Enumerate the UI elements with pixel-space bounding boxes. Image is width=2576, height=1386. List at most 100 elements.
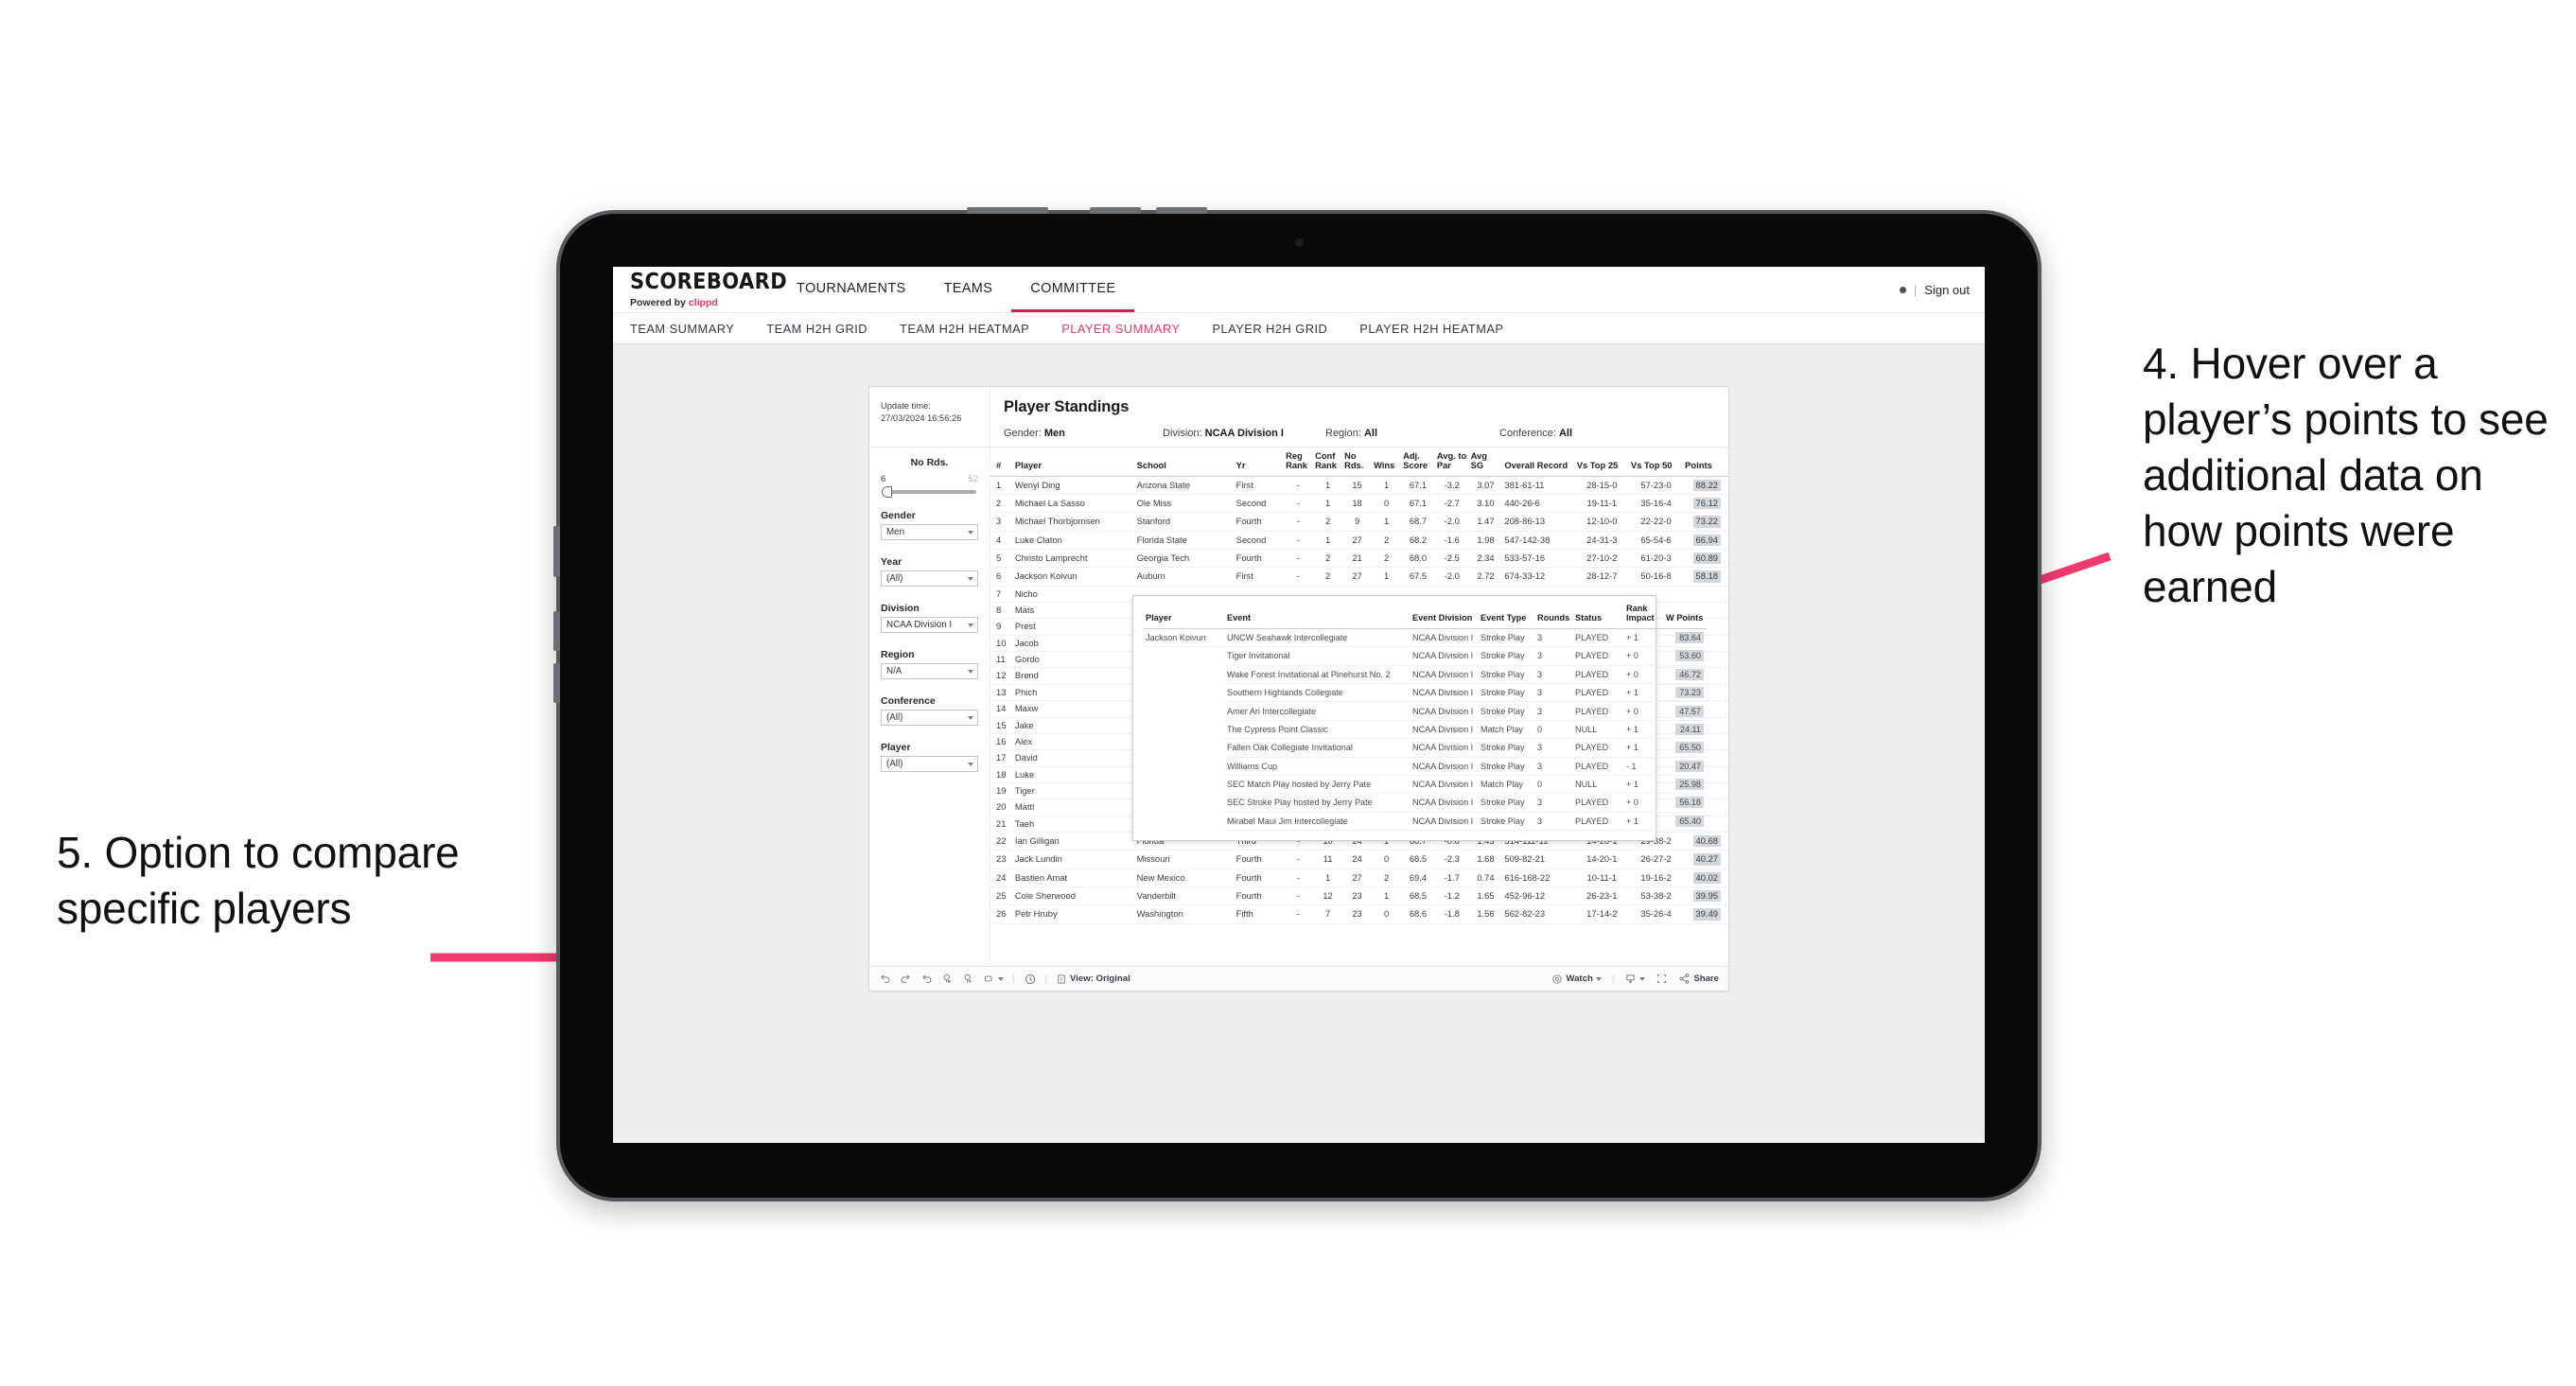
tab-player-h2h-heatmap[interactable]: PLAYER H2H HEATMAP bbox=[1359, 322, 1503, 336]
revert-icon[interactable] bbox=[920, 973, 933, 985]
nav-item-committee[interactable]: COMMITTEE bbox=[1011, 267, 1135, 312]
col-overall-rec[interactable]: Overall Record bbox=[1502, 447, 1575, 477]
table-row[interactable]: 2 Michael La Sasso Ole Miss Second -1 18 0 67.1… bbox=[990, 494, 1728, 514]
tab-player-h2h-grid[interactable]: PLAYER H2H GRID bbox=[1213, 322, 1328, 336]
points-value[interactable]: 39.49 bbox=[1692, 908, 1721, 921]
table-row[interactable]: 4 Luke Claton Florida State Second -1 27 2 68.2… bbox=[990, 531, 1728, 551]
share-button[interactable]: Share bbox=[1678, 973, 1719, 985]
table-row[interactable]: 25 Cole Sherwood Vanderbilt Fourth -12 23 1 68.… bbox=[990, 886, 1728, 906]
cell-points[interactable]: 88.22 bbox=[1683, 476, 1728, 496]
col-player[interactable]: Player bbox=[1012, 447, 1135, 477]
col-points[interactable]: Points bbox=[1683, 447, 1728, 477]
col-rank[interactable]: # bbox=[990, 447, 1013, 477]
cell-points[interactable]: 58.18 bbox=[1683, 567, 1728, 587]
rounds-slider[interactable] bbox=[882, 486, 976, 498]
slider-handle[interactable] bbox=[882, 486, 892, 498]
page-title: Player Standings bbox=[1004, 398, 1130, 415]
col-no-rds[interactable]: No Rds. bbox=[1342, 447, 1373, 477]
nav-item-teams[interactable]: TEAMS bbox=[925, 267, 1012, 312]
col-vs-top-25[interactable]: Vs Top 25 bbox=[1574, 447, 1629, 477]
col-wins[interactable]: Wins bbox=[1372, 447, 1402, 477]
table-row[interactable]: 1 Wenyi Ding Arizona State First -1 15 1 67.1 -3… bbox=[990, 476, 1728, 496]
cell-reg-rank: - bbox=[1284, 531, 1314, 551]
col-reg-rank[interactable]: Reg Rank bbox=[1284, 447, 1314, 477]
filter-select-region[interactable]: N/A bbox=[881, 663, 978, 679]
side-button-3[interactable] bbox=[553, 663, 560, 703]
points-value[interactable]: 60.89 bbox=[1692, 553, 1721, 565]
points-value[interactable]: 40.68 bbox=[1692, 834, 1721, 848]
table-row[interactable]: 23 Jack Lundin Missouri Fourth -11 24 0 68.5 -2.… bbox=[990, 850, 1728, 869]
points-value[interactable]: 88.22 bbox=[1692, 479, 1721, 492]
col-adj-score[interactable]: Adj. Score bbox=[1401, 447, 1435, 477]
filter-select-gender[interactable]: Men bbox=[881, 524, 978, 540]
col-conf-rank[interactable]: Conf Rank bbox=[1313, 447, 1343, 477]
undo-icon[interactable] bbox=[879, 973, 891, 985]
tab-player-summary[interactable]: PLAYER SUMMARY bbox=[1061, 322, 1180, 336]
cell-points[interactable]: 66.94 bbox=[1683, 531, 1728, 551]
tooltip-row: Wake Forest Invitational at Pinehurst No… bbox=[1143, 665, 1707, 685]
alerts-icon[interactable] bbox=[1024, 973, 1037, 986]
pause-icon[interactable] bbox=[962, 973, 974, 985]
watch-button[interactable]: Watch bbox=[1551, 974, 1602, 985]
tip-cell-type: Stroke Play bbox=[1478, 738, 1534, 758]
col-yr[interactable]: Yr bbox=[1234, 447, 1285, 477]
tip-cell-rounds: 3 bbox=[1534, 628, 1572, 648]
table-row[interactable]: 6 Jackson Koivun Auburn First -2 27 1 67.5 -2.0 2… bbox=[990, 567, 1728, 587]
volume-down-button[interactable] bbox=[1156, 207, 1207, 214]
brand-logo[interactable]: SCOREBOARD Powered by clippd bbox=[613, 267, 787, 312]
view-original-button[interactable]: View: Original bbox=[1056, 974, 1130, 985]
filter-select-player[interactable]: (All) bbox=[881, 756, 978, 772]
cell-points[interactable]: 40.68 bbox=[1683, 832, 1728, 851]
volume-up-button[interactable] bbox=[1090, 207, 1141, 214]
col-school[interactable]: School bbox=[1134, 447, 1235, 477]
custom-views-icon[interactable] bbox=[983, 973, 1004, 985]
col-vs-top-50[interactable]: Vs Top 50 bbox=[1628, 447, 1684, 477]
tip-cell-rounds: 3 bbox=[1534, 793, 1572, 813]
points-value[interactable]: 76.12 bbox=[1692, 498, 1721, 510]
sign-out-link[interactable]: Sign out bbox=[1924, 283, 1970, 297]
col-avg-sg[interactable]: Avg SG bbox=[1468, 447, 1503, 477]
table-row[interactable]: 3 Michael Thorbjornsen Stanford Fourth -2 9 1 6… bbox=[990, 512, 1728, 532]
table-row[interactable]: 24 Bastien Amat New Mexico Fourth -1 27 2 69.4-… bbox=[990, 868, 1728, 887]
points-value[interactable]: 58.18 bbox=[1692, 570, 1721, 583]
cell-points[interactable]: 76.12 bbox=[1683, 494, 1728, 514]
tab-team-summary[interactable]: TEAM SUMMARY bbox=[630, 322, 734, 336]
cell-points[interactable]: 40.27 bbox=[1683, 850, 1728, 869]
points-value[interactable]: 40.27 bbox=[1692, 853, 1721, 866]
filter-value-player: (All) bbox=[886, 759, 903, 769]
cell-points[interactable]: 40.02 bbox=[1683, 868, 1728, 887]
refresh-icon[interactable] bbox=[941, 973, 954, 985]
download-button[interactable] bbox=[1624, 973, 1646, 985]
side-button-1[interactable] bbox=[553, 526, 560, 577]
cell-wins: 1 bbox=[1372, 476, 1402, 496]
side-button-2[interactable] bbox=[553, 611, 560, 651]
cell-player: Mats bbox=[1012, 602, 1135, 620]
cell-points[interactable]: 73.22 bbox=[1683, 512, 1728, 532]
cell-points[interactable] bbox=[1683, 586, 1728, 604]
tab-team-h2h-grid[interactable]: TEAM H2H GRID bbox=[766, 322, 867, 336]
table-row[interactable]: 26 Petr Hruby Washington Fifth -7 23 0 68.6 -1.8… bbox=[990, 904, 1728, 924]
filter-select-year[interactable]: (All) bbox=[881, 570, 978, 587]
filter-panel: No Rds. 6 52 Gender Men Year (All) Divis… bbox=[869, 447, 990, 966]
cell-rank: 12 bbox=[990, 667, 1013, 685]
col-avg-to-par[interactable]: Avg. to Par bbox=[1434, 447, 1469, 477]
filter-select-conference[interactable]: (All) bbox=[881, 710, 978, 726]
tab-team-h2h-heatmap[interactable]: TEAM H2H HEATMAP bbox=[900, 322, 1029, 336]
cell-overall-record: 533-57-16 bbox=[1502, 549, 1575, 569]
power-button[interactable] bbox=[967, 207, 1048, 214]
points-value[interactable]: 73.22 bbox=[1692, 516, 1721, 528]
points-value[interactable]: 40.02 bbox=[1692, 871, 1721, 884]
avatar[interactable] bbox=[1899, 286, 1906, 293]
tip-cell-player bbox=[1143, 739, 1224, 757]
cell-points[interactable]: 39.95 bbox=[1683, 886, 1728, 906]
cell-points[interactable]: 60.89 bbox=[1683, 549, 1728, 569]
cell-points[interactable]: 39.49 bbox=[1683, 904, 1728, 924]
points-value[interactable]: 66.94 bbox=[1692, 534, 1721, 547]
fullscreen-button[interactable] bbox=[1656, 973, 1668, 985]
nav-item-tournaments[interactable]: TOURNAMENTS bbox=[778, 267, 925, 312]
points-value[interactable]: 39.95 bbox=[1692, 889, 1721, 903]
filter-select-division[interactable]: NCAA Division I bbox=[881, 617, 978, 633]
standings-table-wrap[interactable]: # Player School Yr Reg Rank Conf Rank No… bbox=[990, 447, 1728, 966]
redo-icon[interactable] bbox=[900, 973, 912, 985]
table-row[interactable]: 5 Christo Lamprecht Georgia Tech Fourth -2 21… bbox=[990, 549, 1728, 569]
